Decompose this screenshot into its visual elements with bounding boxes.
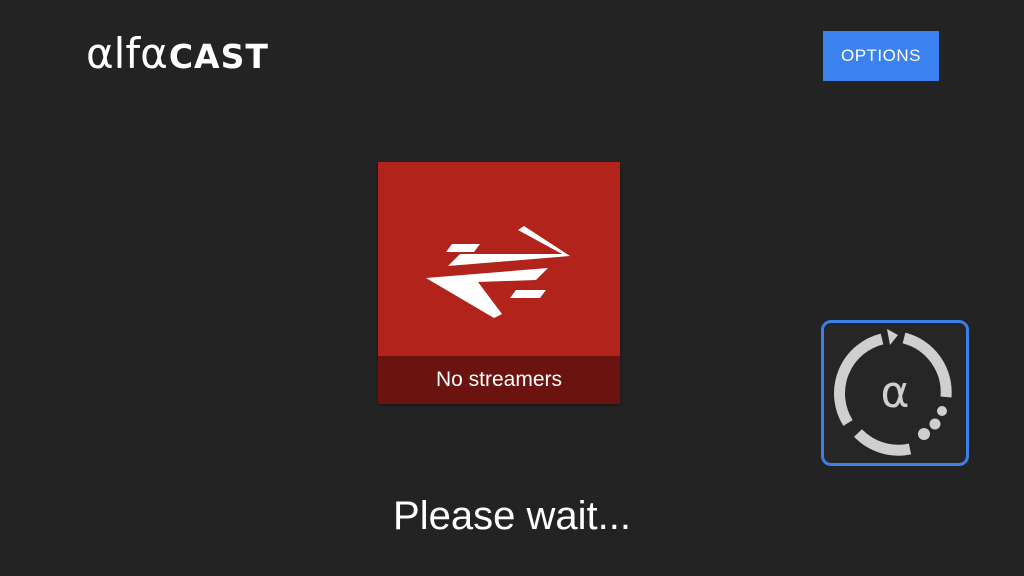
spinner-dot [918,428,930,440]
app-screen: αlfα CAST OPTIONS No streamers α Please … [0,0,1024,576]
spinner-arc-bottom [854,429,912,456]
swap-arrows-icon [426,226,570,318]
alfacast-loading-spinner-icon: α [834,329,952,456]
alfacast-logo: αlfα CAST [86,33,269,75]
logo-alfa-text: αlfα [86,29,168,78]
loading-tile: α [821,320,969,466]
stream-card[interactable]: No streamers [378,162,620,404]
logo-cast-text: CAST [168,37,269,76]
stream-card-label: No streamers [435,368,563,391]
alpha-symbol: α [880,367,909,418]
spinner-arc-left [834,333,884,426]
arrow-bar-bottom-shape [510,290,546,298]
arrow-bar-top-shape [446,244,480,252]
options-button[interactable]: OPTIONS [823,31,939,81]
spinner-dot [937,406,947,416]
status-message: Please wait... [393,494,631,538]
spinner-notch [887,329,898,345]
card-footer: No streamers [378,356,620,404]
spinner-dot [929,418,941,430]
spinner-arc-right [902,332,952,398]
